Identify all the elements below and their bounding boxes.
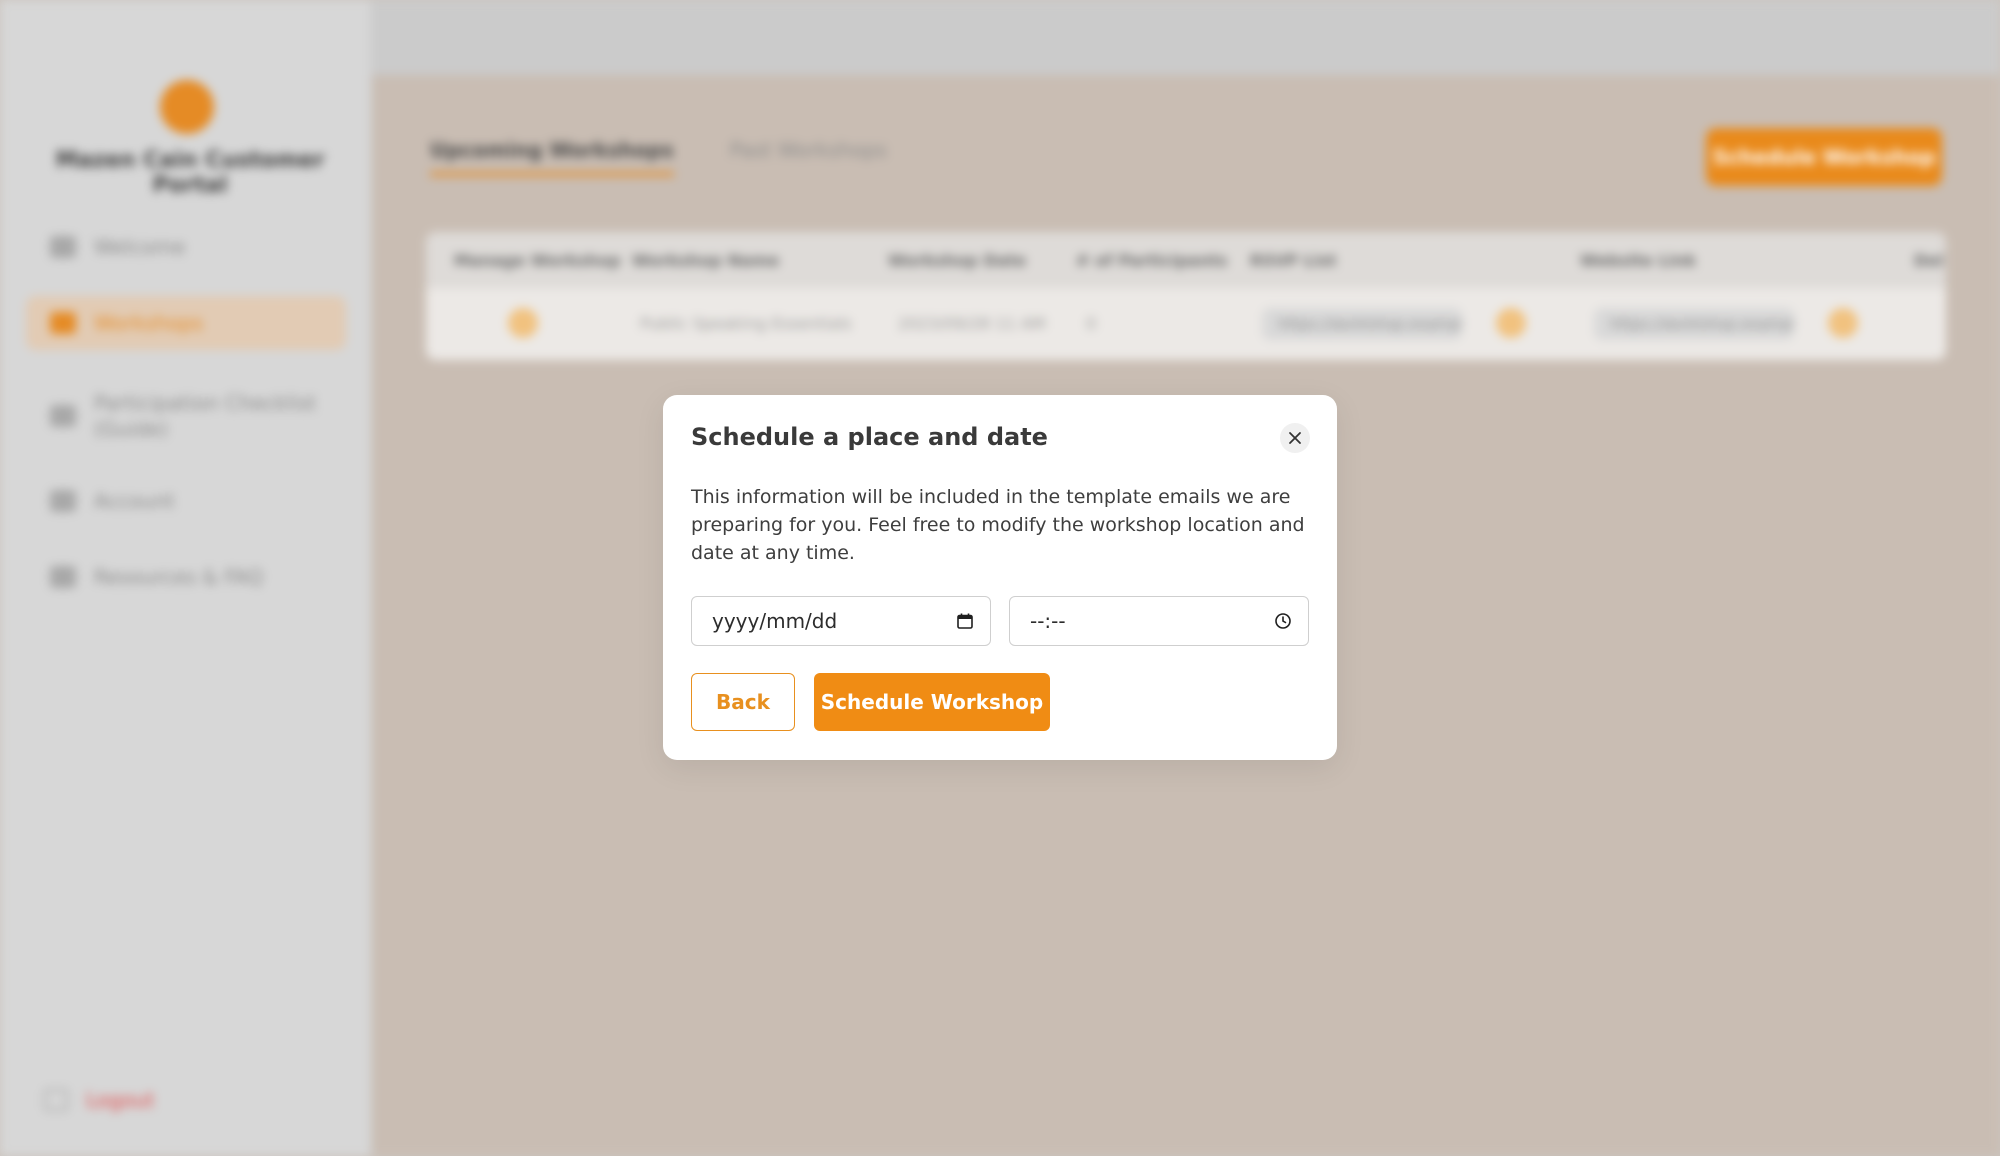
time-placeholder: --:--: [1030, 609, 1066, 633]
back-button[interactable]: Back: [691, 673, 795, 731]
column-header: Del: [1914, 250, 1944, 270]
column-header: Workshop Name: [632, 250, 780, 270]
calendar-icon: [50, 312, 76, 334]
close-button[interactable]: [1280, 423, 1310, 453]
top-bar: [372, 0, 2000, 75]
column-header: Workshop Date: [888, 250, 1027, 270]
close-icon: [1289, 432, 1301, 444]
sidebar-item-label: Participation Checklist (Guide): [94, 391, 317, 441]
workshop-name: Public Speaking Essentials: [640, 314, 852, 333]
tab-past-workshops[interactable]: Past Workshops: [730, 138, 887, 176]
sidebar-item-account[interactable]: Account: [26, 474, 346, 528]
sidebar-item-label: Workshops: [94, 311, 204, 335]
website-link[interactable]: https://workshop.example.com/info: [1594, 308, 1794, 340]
brand-logo: [160, 80, 214, 134]
column-header: # of Participants: [1076, 250, 1228, 270]
logout-link[interactable]: Logout: [44, 1088, 154, 1112]
workshop-date: 2023/09/28 11 AM: [898, 314, 1046, 333]
sidebar: Mazen Cain Customer Portal Welcome Works…: [0, 0, 372, 1156]
schedule-dialog: Schedule a place and date This informati…: [663, 395, 1337, 760]
table-header: Manage Workshop Workshop Name Workshop D…: [426, 232, 1946, 288]
sidebar-item-workshops[interactable]: Workshops: [26, 296, 346, 350]
sidebar-item-label: Welcome: [94, 235, 186, 259]
copy-icon[interactable]: [1828, 308, 1858, 338]
column-header: RSVP List: [1250, 250, 1337, 270]
workshop-tabs: Upcoming Workshops Past Workshops: [430, 138, 887, 176]
time-input[interactable]: --:--: [1009, 596, 1309, 646]
book-icon: [50, 566, 76, 588]
clock-icon[interactable]: [1274, 612, 1292, 630]
checklist-icon: [50, 405, 76, 427]
sidebar-item-welcome[interactable]: Welcome: [26, 220, 346, 274]
copy-icon[interactable]: [1496, 308, 1526, 338]
tab-upcoming-workshops[interactable]: Upcoming Workshops: [430, 138, 674, 176]
create-workshop-button[interactable]: Schedule Workshop: [1706, 128, 1942, 186]
dialog-title: Schedule a place and date: [691, 423, 1048, 451]
logout-label: Logout: [86, 1088, 155, 1112]
calendar-icon[interactable]: [956, 612, 974, 630]
date-placeholder: yyyy/mm/dd: [712, 609, 838, 633]
logout-icon: [44, 1089, 68, 1111]
user-icon: [50, 490, 76, 512]
brand-name: Mazen Cain Customer Portal: [55, 148, 325, 198]
participant-count: 0: [1086, 314, 1097, 333]
grid-icon: [50, 236, 76, 258]
sidebar-item-label: Resources & FAQ: [94, 565, 264, 589]
workshops-table: Manage Workshop Workshop Name Workshop D…: [426, 232, 1946, 360]
column-header: Website Link: [1580, 250, 1697, 270]
table-row: Public Speaking Essentials 2023/09/28 11…: [426, 288, 1946, 360]
sidebar-item-checklist[interactable]: Participation Checklist (Guide): [26, 386, 326, 446]
column-header: Manage Workshop: [454, 250, 621, 270]
date-input[interactable]: yyyy/mm/dd: [691, 596, 991, 646]
sidebar-item-resources[interactable]: Resources & FAQ: [26, 550, 346, 604]
dialog-description: This information will be included in the…: [691, 486, 1305, 564]
schedule-workshop-button[interactable]: Schedule Workshop: [814, 673, 1050, 731]
sidebar-item-label: Account: [94, 489, 175, 513]
rsvp-link[interactable]: https://workshop.example.com/rsvp: [1262, 308, 1462, 340]
manage-icon[interactable]: [508, 308, 538, 338]
